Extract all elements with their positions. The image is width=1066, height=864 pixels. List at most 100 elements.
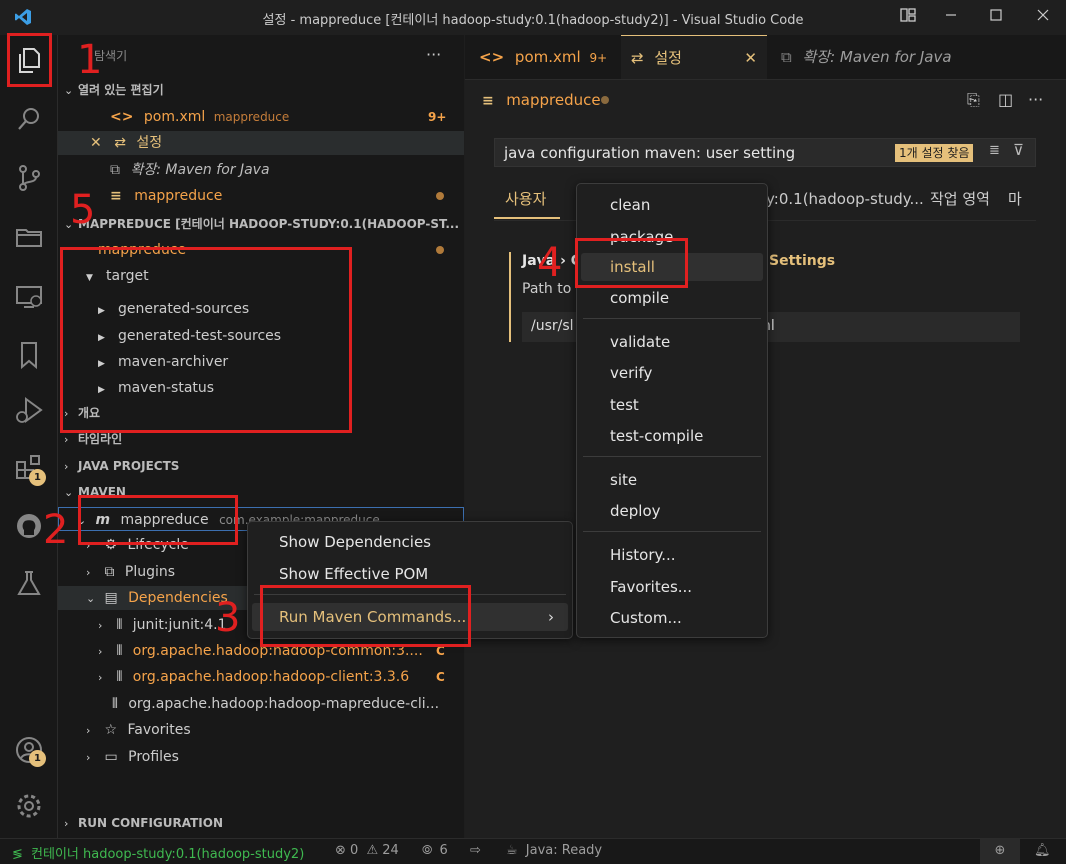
scope-tab-folder[interactable]: 마: [1008, 187, 1022, 211]
dependency-hadoop-client[interactable]: › ⫴ org.apache.hadoop:hadoop-client:3.3.…: [98, 665, 448, 689]
library-icon: ⫴: [116, 643, 123, 659]
run-configuration-section[interactable]: › RUN CONFIGURATION: [64, 811, 223, 835]
remote-window-icon[interactable]: [12, 279, 46, 313]
clear-filter-icon[interactable]: ≣: [989, 143, 1000, 158]
broadcast-icon: ⦾: [422, 843, 433, 858]
annotation-number-3: 3: [215, 595, 241, 641]
editor-tabs: <> pom.xml 9+ ⇄ 설정 ✕ ⧉ 확장: Maven for Jav…: [465, 35, 1066, 80]
java-projects-section[interactable]: › JAVA PROJECTS: [64, 454, 179, 478]
command-custom[interactable]: Custom...: [577, 604, 767, 632]
filter-icon[interactable]: ⊽: [1013, 141, 1024, 159]
command-verify[interactable]: verify: [577, 359, 767, 387]
annotation-number-4: 4: [537, 240, 563, 286]
remote-explorer-icon[interactable]: [12, 220, 46, 254]
maximize-icon[interactable]: [985, 6, 1007, 28]
testing-icon[interactable]: [12, 567, 46, 601]
close-icon[interactable]: ✕: [90, 135, 102, 151]
scope-tab-workspace[interactable]: 작업 영역: [930, 187, 990, 211]
problems-indicator[interactable]: ⊗ 0 ⚠ 24: [335, 843, 399, 858]
star-icon: ☆: [104, 722, 118, 738]
accounts-badge: 1: [29, 750, 46, 767]
annotation-box-2: [78, 495, 238, 545]
chevron-down-icon: ⌄: [64, 84, 74, 97]
command-compile[interactable]: compile: [577, 284, 767, 312]
chevron-down-icon: ⌄: [64, 486, 74, 499]
command-test-compile[interactable]: test-compile: [577, 422, 767, 450]
open-settings-json-icon[interactable]: ⎘: [967, 88, 980, 112]
more-actions-icon[interactable]: ···: [1028, 88, 1043, 112]
dependency-junit[interactable]: › ⫴ junit:junit:4.1: [98, 613, 227, 637]
workspace-section[interactable]: ⌄ MAPPREDUCE [컨테이너 HADOOP-STUDY:0.1(HADOO…: [64, 212, 460, 236]
status-bar: ≶ 컨테이너 hadoop-study:0.1(hadoop-study2) ⊗…: [0, 838, 1066, 864]
extension-icon: ⧉: [781, 48, 792, 66]
search-icon[interactable]: [12, 102, 46, 136]
menu-item-show-effective-pom[interactable]: Show Effective POM: [248, 560, 572, 588]
close-tab-icon[interactable]: ✕: [744, 36, 757, 80]
split-editor-icon[interactable]: ◫: [998, 88, 1013, 112]
chevron-right-icon: ›: [86, 566, 91, 579]
library-icon: ⫴: [112, 696, 118, 712]
settings-search-input[interactable]: java configuration maven: user setting 1…: [494, 138, 1036, 167]
command-favorites[interactable]: Favorites...: [577, 573, 767, 601]
java-status[interactable]: ☕ Java: Ready: [506, 843, 602, 858]
open-editor-extension[interactable]: ⧉ 확장: Maven for Java: [110, 158, 270, 182]
dependency-hadoop-mapreduce[interactable]: ⫴ org.apache.hadoop:hadoop-mapreduce-cli…: [112, 692, 462, 716]
minimize-icon[interactable]: [940, 6, 962, 28]
close-window-icon[interactable]: [1032, 6, 1054, 28]
markdown-file-icon: ≡: [482, 93, 494, 109]
extension-icon: ⧉: [110, 162, 120, 178]
tab-settings[interactable]: ⇄ 설정 ✕: [621, 35, 767, 79]
open-editor-pom[interactable]: <> pom.xml mappreduce 9+: [110, 105, 460, 129]
modified-dot: [436, 246, 444, 254]
annotation-box-3: [260, 585, 471, 647]
chevron-right-icon: ›: [98, 671, 103, 684]
warning-icon: ⚠: [366, 843, 379, 858]
more-actions-icon[interactable]: ···: [426, 43, 441, 67]
bookmark-icon[interactable]: [12, 338, 46, 372]
menu-separator: [583, 456, 761, 457]
chevron-right-icon: ›: [86, 751, 91, 764]
annotation-number-5: 5: [70, 187, 96, 233]
command-clean[interactable]: clean: [577, 191, 767, 219]
tab-extension[interactable]: ⧉ 확장: Maven for Java: [781, 35, 952, 79]
menu-item-show-dependencies[interactable]: Show Dependencies: [248, 528, 572, 556]
chevron-right-icon: ›: [548, 608, 554, 626]
zoom-icon[interactable]: ⊕: [980, 839, 1020, 864]
setting-focus-bar: [509, 252, 511, 342]
problems-badge: 9+: [428, 110, 447, 124]
run-debug-icon[interactable]: [12, 393, 46, 427]
chevron-right-icon: ›: [86, 724, 91, 737]
command-site[interactable]: site: [577, 466, 767, 494]
tab-pom-xml[interactable]: <> pom.xml 9+: [479, 35, 607, 79]
menu-separator: [583, 318, 761, 319]
chevron-right-icon: ›: [64, 460, 69, 473]
maven-favorites[interactable]: › ☆ Favorites: [86, 718, 191, 742]
scope-tab-user[interactable]: 사용자: [505, 187, 546, 211]
maven-profiles[interactable]: › ▭ Profiles: [86, 745, 179, 769]
notifications-bell-icon[interactable]: 🔔︎: [1034, 843, 1051, 858]
command-validate[interactable]: validate: [577, 328, 767, 356]
modified-dot: [436, 192, 444, 200]
markdown-file-icon: ≡: [110, 188, 122, 204]
open-editor-settings[interactable]: ✕ ⇄ 설정: [58, 131, 464, 155]
layout-icon[interactable]: [897, 6, 919, 28]
command-history[interactable]: History...: [577, 541, 767, 569]
dependencies-icon: ▤: [104, 590, 118, 606]
remote-indicator[interactable]: ≶ 컨테이너 hadoop-study:0.1(hadoop-study2): [12, 843, 304, 862]
source-control-icon[interactable]: [12, 161, 46, 195]
scope-tab-remote[interactable]: y:0.1(hadoop-study...: [766, 187, 924, 211]
library-icon: ⫴: [116, 669, 123, 685]
open-editor-mappreduce[interactable]: ≡ mappreduce: [110, 184, 222, 208]
command-test[interactable]: test: [577, 391, 767, 419]
run-icon[interactable]: ⇨: [470, 843, 481, 858]
chevron-right-icon: ›: [64, 817, 69, 830]
command-deploy[interactable]: deploy: [577, 497, 767, 525]
remote-icon: ≶: [12, 847, 23, 862]
ports-indicator[interactable]: ⦾ 6: [422, 843, 448, 858]
settings-file-icon: ⇄: [114, 135, 126, 151]
error-icon: ⊗: [335, 843, 346, 858]
maven-plugins[interactable]: › ⧉ Plugins: [86, 560, 175, 584]
settings-gear-icon[interactable]: [12, 789, 46, 823]
github-icon[interactable]: [12, 509, 46, 543]
breadcrumb[interactable]: ≡ mappreduce: [482, 88, 601, 112]
